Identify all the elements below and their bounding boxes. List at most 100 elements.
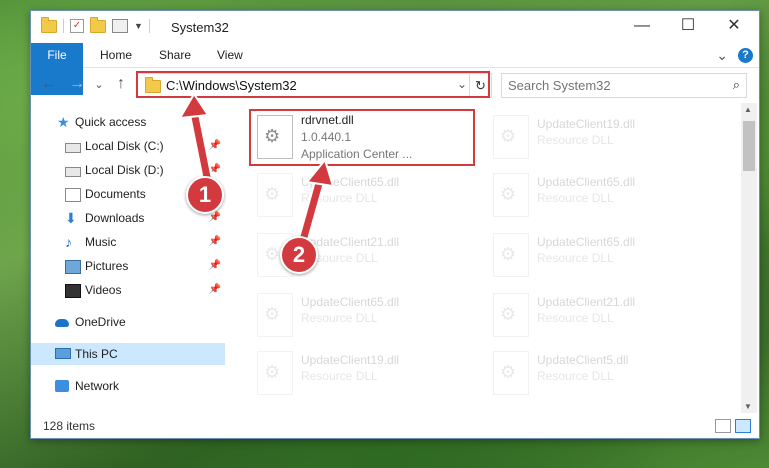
pin-icon[interactable]: 📌: [209, 279, 221, 301]
scrollbar-thumb[interactable]: [743, 121, 755, 171]
file-item[interactable]: UpdateClient65.dll Resource DLL: [487, 229, 707, 281]
up-button[interactable]: ↑: [111, 75, 131, 93]
refresh-button[interactable]: ↻: [469, 74, 491, 97]
address-path[interactable]: C:\Windows\System32: [166, 78, 297, 93]
sidebar-item-network[interactable]: Network: [31, 375, 225, 397]
sidebar-item-label: Music: [85, 235, 117, 249]
view-toggle: [715, 419, 751, 433]
file-version: 1.0.440.1: [301, 130, 352, 144]
tab-share[interactable]: Share: [159, 43, 191, 67]
status-bar: 128 items: [31, 415, 759, 437]
file-item[interactable]: UpdateClient65.dll Resource DLL: [251, 289, 471, 341]
new-folder-icon[interactable]: [90, 16, 106, 33]
callout-badge-2: 2: [280, 236, 318, 274]
sidebar-item-onedrive[interactable]: OneDrive: [31, 311, 225, 333]
close-button[interactable]: ✕: [711, 11, 757, 41]
dll-file-icon: [493, 293, 529, 337]
drive-icon: [65, 143, 81, 153]
scroll-down-icon[interactable]: ▼: [744, 402, 752, 411]
navigation-pane: ★ Quick access Local Disk (C:) 📌 Local D…: [31, 107, 225, 407]
sidebar-item-label: This PC: [75, 347, 118, 361]
download-icon: ⬇: [65, 210, 77, 226]
sidebar-item-pictures[interactable]: Pictures 📌: [31, 255, 225, 277]
dll-file-icon: [257, 293, 293, 337]
vertical-scrollbar[interactable]: ▲ ▼: [741, 103, 757, 413]
file-item-rdrvnet[interactable]: rdrvnet.dll 1.0.440.1 Application Center…: [251, 111, 471, 163]
star-icon: ★: [57, 114, 70, 130]
pin-icon[interactable]: 📌: [209, 231, 221, 253]
folder-icon[interactable]: [41, 16, 57, 33]
chevron-down-icon[interactable]: ⌄: [457, 77, 467, 91]
address-bar[interactable]: C:\Windows\System32 ⌄ ↻: [136, 73, 492, 98]
scroll-up-icon[interactable]: ▲: [744, 105, 752, 114]
file-description: Resource DLL: [537, 191, 614, 205]
sidebar-item-label: OneDrive: [75, 315, 126, 329]
computer-icon: [55, 348, 71, 359]
sidebar-item-label: Local Disk (C:): [85, 139, 164, 153]
explorer-window: ✓ ▼ System32 — ☐ ✕ File Home Share View …: [30, 10, 760, 439]
sidebar-item-local-disk-c[interactable]: Local Disk (C:) 📌: [31, 135, 225, 157]
details-view-icon[interactable]: [715, 419, 731, 433]
pin-icon[interactable]: 📌: [209, 135, 221, 157]
file-item[interactable]: UpdateClient19.dll Resource DLL: [251, 347, 471, 399]
dll-file-icon: [493, 115, 529, 159]
file-name: UpdateClient65.dll: [301, 175, 400, 189]
item-count: 128 items: [43, 419, 96, 433]
file-item[interactable]: UpdateClient19.dll Resource DLL: [487, 111, 707, 163]
file-description: Resource DLL: [537, 251, 614, 265]
dll-file-icon: [257, 351, 293, 395]
recent-locations-icon[interactable]: ⌄: [89, 78, 109, 91]
file-description: Resource DLL: [301, 191, 378, 205]
help-icon[interactable]: ?: [738, 48, 753, 63]
ribbon-tabs: File Home Share View ⌄ ?: [31, 43, 759, 95]
chevron-down-icon[interactable]: ▼: [134, 21, 143, 31]
sidebar-item-label: Network: [75, 379, 120, 393]
window-title: System32: [171, 20, 229, 35]
search-icon[interactable]: ⌕: [733, 77, 740, 93]
pin-icon[interactable]: 📌: [209, 255, 221, 277]
search-input[interactable]: [508, 77, 708, 93]
toolbar-divider: [148, 19, 150, 33]
sidebar-item-label: Downloads: [85, 211, 145, 225]
back-button[interactable]: ←: [39, 75, 59, 93]
sidebar-item-music[interactable]: ♪ Music 📌: [31, 231, 225, 253]
expand-ribbon-icon[interactable]: ⌄: [716, 47, 728, 64]
sidebar-item-this-pc[interactable]: This PC: [31, 343, 225, 365]
dll-file-icon: [257, 173, 293, 217]
customize-toolbar-icon[interactable]: [112, 19, 128, 33]
cloud-icon: [55, 319, 69, 327]
callout-badge-1: 1: [186, 176, 224, 214]
documents-icon: [65, 188, 81, 202]
minimize-button[interactable]: —: [619, 11, 665, 41]
sidebar-item-label: Videos: [85, 283, 122, 297]
file-name: UpdateClient65.dll: [301, 295, 400, 309]
file-name: UpdateClient65.dll: [537, 175, 636, 189]
dll-file-icon: [257, 115, 293, 159]
file-description: Resource DLL: [301, 311, 378, 325]
maximize-button[interactable]: ☐: [665, 11, 711, 41]
large-icons-view-icon[interactable]: [735, 419, 751, 433]
pictures-icon: [65, 260, 81, 274]
dll-file-icon: [493, 351, 529, 395]
file-item[interactable]: UpdateClient65.dll Resource DLL: [487, 169, 707, 221]
file-name: UpdateClient21.dll: [537, 295, 636, 309]
file-name: UpdateClient19.dll: [537, 117, 636, 131]
drive-icon: [65, 167, 81, 177]
file-name: rdrvnet.dll: [301, 113, 354, 127]
file-item[interactable]: UpdateClient5.dll Resource DLL: [487, 347, 707, 399]
file-name: UpdateClient5.dll: [537, 353, 629, 367]
videos-icon: [65, 284, 81, 298]
sidebar-item-label: Pictures: [85, 259, 129, 273]
sidebar-item-label: Quick access: [75, 115, 147, 129]
file-item[interactable]: UpdateClient21.dll Resource DLL: [487, 289, 707, 341]
search-box[interactable]: ⌕: [501, 73, 747, 98]
tab-view[interactable]: View: [217, 43, 243, 67]
sidebar-item-label: Local Disk (D:): [85, 163, 164, 177]
forward-button[interactable]: →: [67, 75, 87, 93]
tab-home[interactable]: Home: [100, 43, 132, 67]
sidebar-item-quick-access[interactable]: ★ Quick access: [31, 111, 225, 133]
properties-check-icon[interactable]: ✓: [70, 19, 84, 33]
sidebar-item-videos[interactable]: Videos 📌: [31, 279, 225, 301]
folder-icon: [145, 77, 161, 93]
file-item[interactable]: UpdateClient65.dll Resource DLL: [251, 169, 471, 221]
